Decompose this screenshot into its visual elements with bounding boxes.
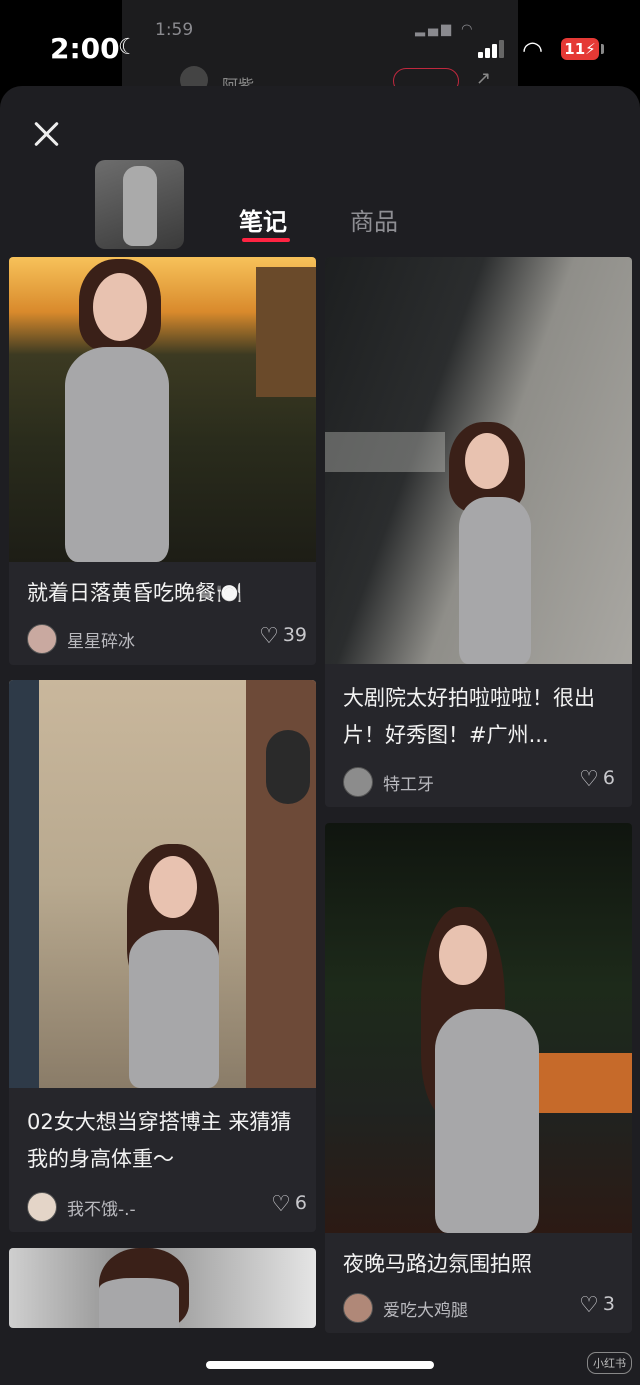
note-card[interactable]: 就着日落黄昏吃晚餐🍽️ 星星碎冰 ♡ 39 bbox=[9, 257, 316, 665]
building-shape bbox=[256, 267, 316, 397]
battery-icon: 11⚡ bbox=[561, 38, 599, 60]
watermark: 小红书 bbox=[587, 1352, 632, 1374]
note-card[interactable]: 夜晚马路边氛围拍照 爱吃大鸡腿 ♡ 3 bbox=[325, 823, 632, 1333]
avatar bbox=[27, 624, 57, 654]
note-title: 夜晚马路边氛围拍照 bbox=[343, 1252, 532, 1276]
light-strip-shape bbox=[325, 432, 445, 472]
like-number: 39 bbox=[282, 624, 307, 646]
tab-goods[interactable]: 商品 bbox=[350, 202, 398, 237]
like-count[interactable]: ♡ 6 bbox=[579, 767, 615, 792]
like-number: 6 bbox=[602, 767, 615, 789]
dress-shape bbox=[435, 1009, 539, 1233]
note-title: 就着日落黄昏吃晚餐🍽️ bbox=[27, 581, 243, 605]
status-time: 2:00 bbox=[50, 32, 120, 65]
like-number: 6 bbox=[294, 1192, 307, 1214]
tab-notes[interactable]: 笔记 bbox=[239, 202, 287, 237]
note-photo bbox=[9, 680, 316, 1088]
status-bar: 2:00 ☾ ◠ 11⚡ bbox=[0, 0, 640, 90]
like-count[interactable]: ♡ 3 bbox=[579, 1293, 615, 1318]
wifi-icon: ◠ bbox=[522, 36, 543, 64]
face-shape bbox=[465, 433, 509, 489]
moon-icon: ☾ bbox=[118, 35, 138, 60]
note-photo bbox=[9, 1248, 316, 1328]
like-count[interactable]: ♡ 39 bbox=[259, 624, 307, 649]
like-number: 3 bbox=[602, 1293, 615, 1315]
heart-icon: ♡ bbox=[259, 624, 279, 649]
author-name: 星星碎冰 bbox=[67, 632, 135, 652]
avatar bbox=[27, 1192, 57, 1222]
dress-shape bbox=[459, 497, 531, 664]
author-name: 特工牙 bbox=[383, 775, 434, 795]
heart-icon: ♡ bbox=[579, 1293, 599, 1318]
note-photo bbox=[325, 257, 632, 664]
heart-icon: ♡ bbox=[271, 1192, 291, 1217]
note-author[interactable]: 我不饿-.- ♡ 6 bbox=[27, 1192, 307, 1222]
avatar bbox=[343, 1293, 373, 1323]
note-photo bbox=[325, 823, 632, 1233]
note-card[interactable] bbox=[9, 1248, 316, 1328]
note-card[interactable]: 大剧院太好拍啦啦啦！很出片！好秀图！#广州... 特工牙 ♡ 6 bbox=[325, 257, 632, 807]
battery-level: 11 bbox=[564, 40, 586, 58]
sign-shape bbox=[266, 730, 310, 804]
dress-shape bbox=[65, 347, 169, 562]
close-icon[interactable] bbox=[30, 118, 62, 150]
heart-icon: ♡ bbox=[579, 767, 599, 792]
battery-nub bbox=[601, 44, 604, 54]
window-frame-shape bbox=[9, 680, 39, 1088]
note-title: 大剧院太好拍啦啦啦！很出片！好秀图！#广州... bbox=[343, 686, 595, 747]
note-author[interactable]: 星星碎冰 ♡ 39 bbox=[27, 624, 307, 654]
author-name: 爱吃大鸡腿 bbox=[383, 1301, 468, 1321]
avatar bbox=[343, 767, 373, 797]
face-shape bbox=[149, 856, 197, 918]
like-count[interactable]: ♡ 6 bbox=[271, 1192, 307, 1217]
home-indicator[interactable] bbox=[206, 1361, 434, 1369]
note-card[interactable]: 02女大想当穿搭博主 来猜猜我的身高体重～ 我不饿-.- ♡ 6 bbox=[9, 680, 316, 1232]
note-photo bbox=[9, 257, 316, 562]
dress-shape bbox=[99, 1278, 179, 1328]
tab-active-indicator bbox=[242, 238, 290, 242]
face-shape bbox=[93, 273, 147, 341]
dress-shape bbox=[129, 930, 219, 1088]
note-author[interactable]: 爱吃大鸡腿 ♡ 3 bbox=[343, 1293, 615, 1323]
tab-bar: 笔记 商品 bbox=[0, 196, 640, 246]
note-author[interactable]: 特工牙 ♡ 6 bbox=[343, 767, 615, 797]
note-title: 02女大想当穿搭博主 来猜猜我的身高体重～ bbox=[27, 1110, 292, 1171]
face-shape bbox=[439, 925, 487, 985]
author-name: 我不饿-.- bbox=[67, 1200, 136, 1220]
